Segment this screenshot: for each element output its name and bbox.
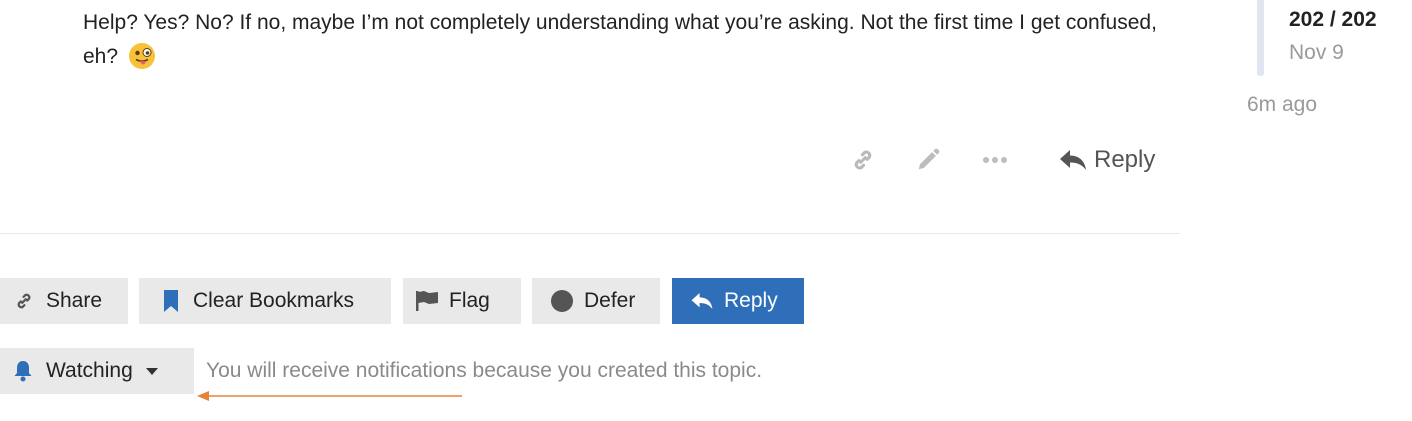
reply-label: Reply — [724, 289, 778, 312]
reply-icon — [690, 289, 714, 313]
notification-level-dropdown[interactable]: Watching — [0, 348, 194, 394]
notification-reason: You will receive notifications because y… — [206, 359, 763, 382]
flag-icon — [415, 289, 439, 313]
winking-face-with-tongue-icon — [128, 43, 155, 69]
post-text: Help? Yes? No? If no, maybe I’m not comp… — [83, 11, 1157, 68]
reply-icon — [1060, 150, 1086, 170]
post-controls: Reply — [840, 138, 1170, 182]
timeline-scroller[interactable] — [1257, 0, 1264, 76]
share-label: Share — [46, 289, 103, 312]
defer-button[interactable]: Defer — [532, 278, 660, 324]
timeline-date[interactable]: Nov 9 — [1289, 41, 1344, 65]
divider — [0, 233, 1180, 234]
reply-button[interactable]: Reply — [672, 278, 804, 324]
bookmark-icon — [159, 289, 183, 313]
link-icon — [12, 289, 36, 313]
annotation-arrow-icon — [197, 391, 462, 401]
link-icon[interactable] — [848, 146, 878, 174]
post-body: Help? Yes? No? If no, maybe I’m not comp… — [83, 6, 1163, 74]
timeline-post-count: 202 / 202 — [1289, 8, 1377, 31]
post-reply-button[interactable]: Reply — [1058, 142, 1155, 178]
clear-bookmarks-label: Clear Bookmarks — [193, 289, 355, 312]
clear-bookmarks-button[interactable]: Clear Bookmarks — [139, 278, 391, 324]
flag-button[interactable]: Flag — [403, 278, 521, 324]
pencil-icon[interactable] — [913, 146, 943, 174]
defer-label: Defer — [584, 289, 636, 312]
share-button[interactable]: Share — [0, 278, 128, 324]
notification-level-label: Watching — [46, 359, 133, 382]
flag-label: Flag — [449, 289, 490, 312]
caret-down-icon — [145, 366, 159, 376]
circle-icon — [550, 289, 574, 313]
timeline-last-activity[interactable]: 6m ago — [1247, 93, 1317, 117]
ellipsis-icon[interactable] — [980, 146, 1010, 174]
post-reply-label: Reply — [1094, 146, 1156, 173]
bell-icon — [12, 360, 34, 382]
